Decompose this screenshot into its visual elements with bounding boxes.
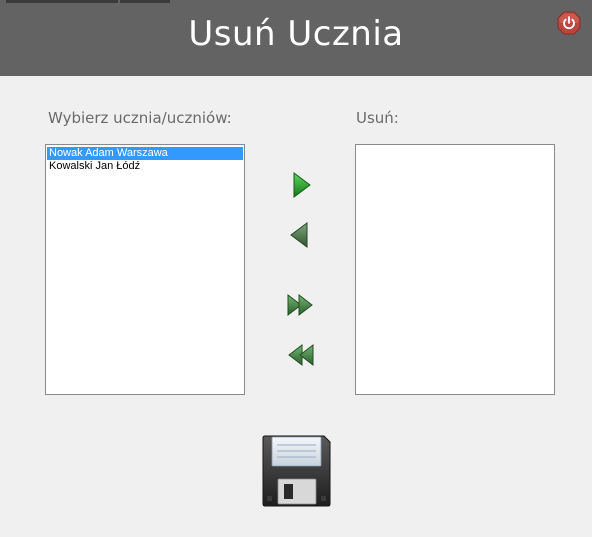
remove-label: Usuń: bbox=[356, 109, 399, 127]
title-bar: Usuń Ucznia bbox=[0, 0, 592, 76]
power-icon[interactable] bbox=[557, 11, 581, 35]
remove-listbox[interactable] bbox=[355, 144, 555, 395]
remove-student-window: Usuń Ucznia Wybierz ucznia/uczniów: Usuń… bbox=[0, 0, 592, 537]
arrow-left-icon[interactable] bbox=[288, 220, 312, 250]
title-bar-edge bbox=[120, 0, 170, 3]
double-arrow-left-icon[interactable] bbox=[285, 340, 317, 370]
double-arrow-right-icon[interactable] bbox=[285, 290, 317, 320]
list-item[interactable]: Kowalski Jan Łódź bbox=[47, 160, 243, 173]
floppy-disk-icon[interactable] bbox=[261, 434, 332, 508]
arrow-right-icon[interactable] bbox=[289, 170, 313, 200]
page-title: Usuń Ucznia bbox=[188, 14, 404, 54]
select-students-label: Wybierz ucznia/uczniów: bbox=[48, 109, 232, 127]
students-listbox[interactable]: Nowak Adam Warszawa Kowalski Jan Łódź bbox=[45, 144, 245, 395]
list-item[interactable]: Nowak Adam Warszawa bbox=[47, 147, 243, 160]
title-bar-edge bbox=[6, 0, 118, 3]
